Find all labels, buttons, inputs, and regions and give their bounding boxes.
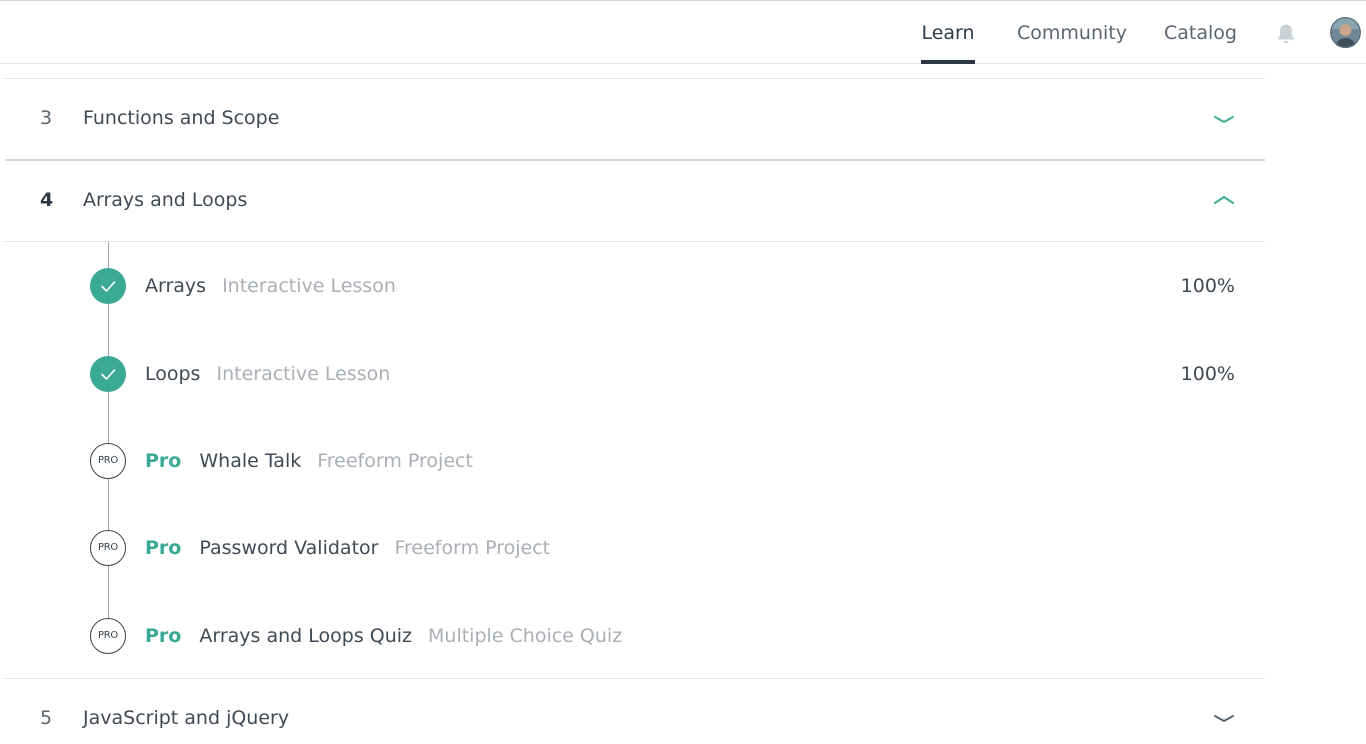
- lesson-type: Multiple Choice Quiz: [428, 625, 623, 647]
- unit-3-header[interactable]: 3 Functions and Scope: [5, 79, 1265, 159]
- chevron-up-icon[interactable]: [1212, 193, 1236, 207]
- unit-title: Functions and Scope: [83, 107, 280, 129]
- completed-badge: [90, 356, 126, 392]
- lesson-progress: 100%: [1180, 275, 1235, 297]
- lesson-type: Interactive Lesson: [216, 363, 391, 385]
- nav-community[interactable]: Community: [1017, 1, 1127, 64]
- unit-number: 3: [40, 107, 53, 129]
- lesson-name[interactable]: Password Validator: [199, 537, 378, 559]
- lesson-type: Interactive Lesson: [222, 275, 396, 297]
- pro-badge: PRO: [90, 443, 126, 479]
- unit-5-header[interactable]: 5 JavaScript and jQuery: [5, 679, 1265, 744]
- pro-label: Pro: [145, 450, 182, 472]
- lesson-text: Loops Interactive Lesson: [145, 354, 390, 394]
- unit-title: Arrays and Loops: [83, 189, 248, 211]
- lesson-text: Pro Whale Talk Freeform Project: [145, 441, 473, 481]
- lesson-whale-talk: PRO Pro Whale Talk Freeform Project: [0, 441, 1366, 481]
- chevron-down-icon[interactable]: [1212, 712, 1236, 726]
- lesson-password-validator: PRO Pro Password Validator Freeform Projec…: [0, 528, 1366, 568]
- lesson-text: Pro Arrays and Loops Quiz Multiple Choice …: [145, 616, 622, 656]
- lesson-text: Pro Password Validator Freeform Project: [145, 528, 550, 568]
- check-icon: [101, 369, 116, 380]
- pro-badge: PRO: [90, 618, 126, 654]
- pro-label: Pro: [145, 625, 182, 647]
- unit-number: 5: [40, 707, 53, 729]
- lesson-name[interactable]: Arrays: [145, 275, 206, 297]
- lesson-name[interactable]: Whale Talk: [199, 450, 301, 472]
- nav-catalog[interactable]: Catalog: [1164, 1, 1237, 64]
- lesson-type: Freeform Project: [394, 537, 551, 559]
- chevron-down-icon[interactable]: [1212, 113, 1236, 127]
- lesson-type: Freeform Project: [317, 450, 473, 472]
- unit-number: 4: [40, 189, 54, 211]
- unit-4-header[interactable]: 4 Arrays and Loops: [5, 161, 1265, 241]
- pro-label: Pro: [145, 537, 182, 559]
- bell-icon[interactable]: [1276, 23, 1296, 45]
- user-avatar[interactable]: [1330, 17, 1361, 48]
- lesson-text: Arrays Interactive Lesson: [145, 266, 396, 306]
- lesson-arrays: Arrays Interactive Lesson 100%: [0, 266, 1366, 306]
- completed-badge: [90, 268, 126, 304]
- pro-badge: PRO: [90, 530, 126, 566]
- lesson-arrays-and-loops-quiz: PRO Pro Arrays and Loops Quiz Multiple Cho…: [0, 616, 1366, 656]
- lesson-progress: 100%: [1180, 363, 1235, 385]
- nav-learn[interactable]: Learn: [921, 1, 975, 64]
- lesson-name[interactable]: Loops: [145, 363, 200, 385]
- unit-title: JavaScript and jQuery: [83, 707, 290, 729]
- top-navigation: Learn Community Catalog: [0, 0, 1366, 64]
- check-icon: [101, 281, 116, 292]
- lesson-loops: Loops Interactive Lesson 100%: [0, 354, 1366, 394]
- section-divider: [5, 241, 1265, 242]
- lesson-name[interactable]: Arrays and Loops Quiz: [199, 625, 412, 647]
- nav-active-indicator: [921, 60, 975, 64]
